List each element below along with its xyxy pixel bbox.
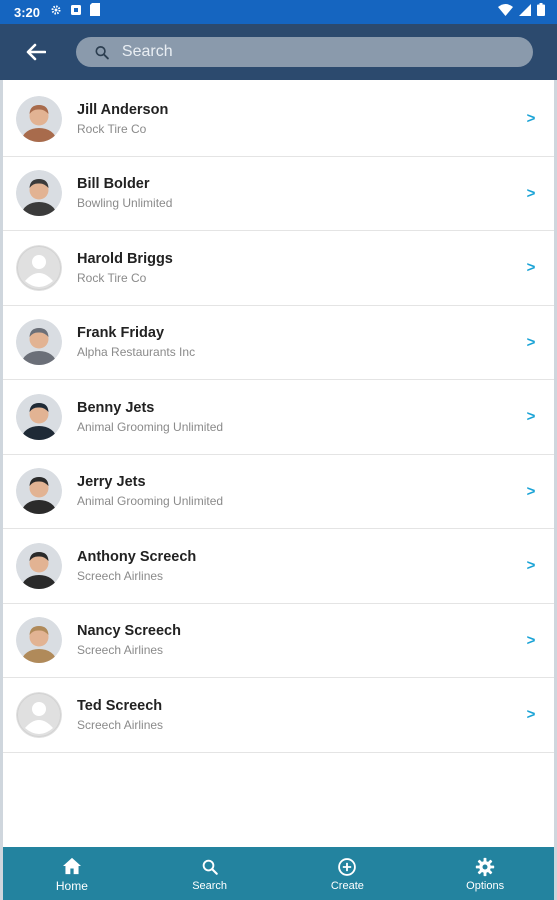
chevron-right-icon[interactable]: >: [524, 706, 538, 723]
home-icon: [62, 855, 82, 877]
search-icon: [95, 45, 109, 59]
status-right-icons: [498, 3, 545, 21]
contact-company: Bowling Unlimited: [77, 196, 173, 211]
chevron-right-icon[interactable]: >: [524, 408, 538, 425]
nav-search[interactable]: Search: [141, 847, 279, 900]
arrow-left-icon: [26, 43, 46, 61]
nav-home[interactable]: Home: [3, 847, 141, 900]
search-icon: [201, 856, 219, 878]
contact-text: Nancy Screech Screech Airlines: [77, 622, 524, 658]
wifi-icon: [498, 3, 513, 21]
chevron-right-icon[interactable]: >: [524, 110, 538, 127]
contact-text: Anthony Screech Screech Airlines: [77, 548, 524, 584]
contact-row[interactable]: Nancy Screech Screech Airlines >: [3, 603, 554, 678]
avatar-placeholder-icon: [16, 691, 62, 738]
avatar-photo: [16, 542, 62, 589]
contact-name: Nancy Screech: [77, 623, 181, 640]
chevron-right-icon[interactable]: >: [524, 557, 538, 574]
contact-name: Frank Friday: [77, 325, 165, 342]
contact-text: Frank Friday Alpha Restaurants Inc: [77, 324, 524, 360]
status-bar: 3:20: [0, 0, 557, 24]
nav-create[interactable]: Create: [279, 847, 417, 900]
contact-row[interactable]: Benny Jets Animal Grooming Unlimited >: [3, 380, 554, 455]
contact-row[interactable]: Jill Anderson Rock Tire Co >: [3, 82, 554, 157]
status-time: 3:20: [14, 4, 41, 20]
avatar-photo: [16, 393, 62, 440]
avatar-photo: [16, 95, 62, 142]
contact-company: Animal Grooming Unlimited: [77, 419, 224, 434]
contact-text: Jerry Jets Animal Grooming Unlimited: [77, 473, 524, 509]
contact-row[interactable]: Jerry Jets Animal Grooming Unlimited >: [3, 454, 554, 529]
contact-text: Jill Anderson Rock Tire Co: [77, 101, 524, 137]
chevron-right-icon[interactable]: >: [524, 185, 538, 202]
contact-name: Jerry Jets: [77, 474, 146, 491]
chevron-right-icon[interactable]: >: [524, 632, 538, 649]
screen: 3:20 Search Jill Anderson Rock Tire Co >…: [0, 0, 557, 900]
notification-icon: [70, 3, 82, 21]
chevron-right-icon[interactable]: >: [524, 259, 538, 276]
chevron-right-icon[interactable]: >: [524, 483, 538, 500]
signal-icon: [519, 3, 531, 21]
contact-row[interactable]: Bill Bolder Bowling Unlimited >: [3, 156, 554, 231]
avatar-photo: [16, 319, 62, 366]
contact-text: Bill Bolder Bowling Unlimited: [77, 175, 524, 211]
contact-company: Rock Tire Co: [77, 270, 147, 285]
contact-company: Alpha Restaurants Inc: [77, 345, 196, 360]
battery-icon: [537, 3, 545, 21]
contact-text: Ted Screech Screech Airlines: [77, 697, 524, 733]
contact-row[interactable]: Ted Screech Screech Airlines >: [3, 678, 554, 753]
contact-text: Harold Briggs Rock Tire Co: [77, 250, 524, 286]
contact-name: Jill Anderson: [77, 101, 169, 118]
gear-icon: [475, 856, 495, 878]
contact-name: Bill Bolder: [77, 176, 150, 193]
search-input[interactable]: [121, 43, 519, 61]
nav-options[interactable]: Options: [416, 847, 554, 900]
avatar-photo: [16, 468, 62, 515]
contact-row[interactable]: Harold Briggs Rock Tire Co >: [3, 231, 554, 306]
settings-icon: [50, 3, 62, 21]
contact-company: Screech Airlines: [77, 643, 164, 658]
contact-company: Screech Airlines: [77, 717, 164, 732]
add-circle-icon: [337, 856, 357, 878]
contact-row[interactable]: Frank Friday Alpha Restaurants Inc >: [3, 305, 554, 380]
nav-create-label: Create: [330, 879, 364, 892]
app-bar: [0, 24, 557, 80]
nav-search-label: Search: [192, 879, 228, 892]
nav-options-label: Options: [466, 879, 505, 892]
contact-name: Ted Screech: [77, 697, 163, 714]
contact-company: Screech Airlines: [77, 568, 164, 583]
contact-name: Harold Briggs: [77, 250, 173, 267]
contact-name: Benny Jets: [77, 399, 155, 416]
back-button[interactable]: [22, 38, 50, 66]
status-left-icons: [50, 3, 101, 21]
bottom-nav: Home Search Create Options: [3, 847, 554, 900]
contact-list: Jill Anderson Rock Tire Co > Bill Bolder Bow…: [3, 82, 554, 753]
chevron-right-icon[interactable]: >: [524, 334, 538, 351]
avatar-placeholder-icon: [16, 244, 62, 291]
nav-home-label: Home: [55, 878, 88, 893]
contact-company: Animal Grooming Unlimited: [77, 494, 224, 509]
contact-row[interactable]: Anthony Screech Screech Airlines >: [3, 529, 554, 604]
contact-company: Rock Tire Co: [77, 121, 147, 136]
contact-text: Benny Jets Animal Grooming Unlimited: [77, 399, 524, 435]
contact-name: Anthony Screech: [77, 548, 197, 565]
avatar-photo: [16, 170, 62, 217]
avatar-photo: [16, 617, 62, 664]
search-box[interactable]: [76, 37, 533, 67]
sim-icon: [90, 3, 101, 21]
